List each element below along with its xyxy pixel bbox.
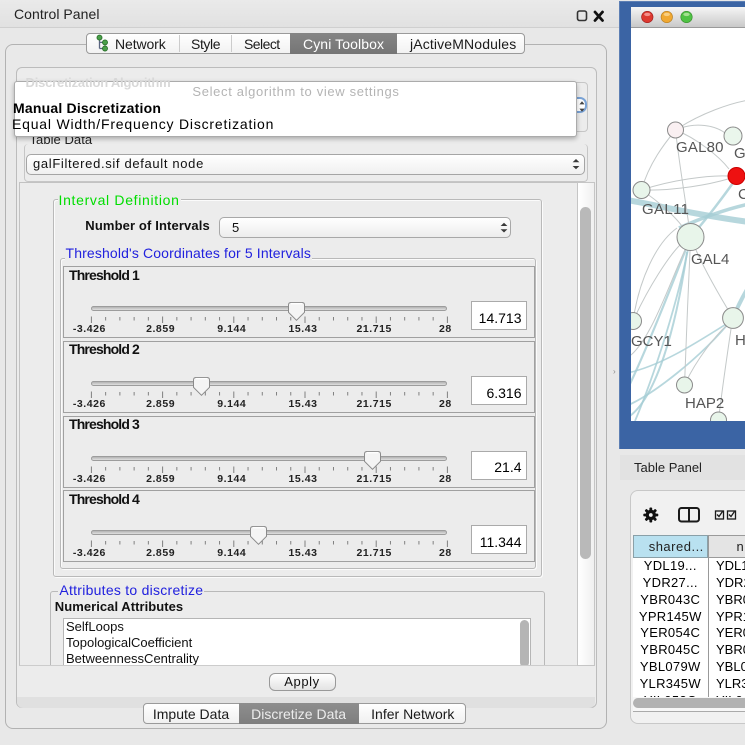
svg-text:H: H [735,332,745,349]
svg-text:C: C [738,186,745,203]
svg-text:HAP2: HAP2 [685,395,724,412]
svg-text:GAL80: GAL80 [676,139,724,156]
svg-text:G: G [734,145,745,162]
svg-text:GAL11: GAL11 [642,201,689,218]
svg-text:GAL4: GAL4 [691,251,729,268]
svg-text:GCY1: GCY1 [631,333,672,350]
